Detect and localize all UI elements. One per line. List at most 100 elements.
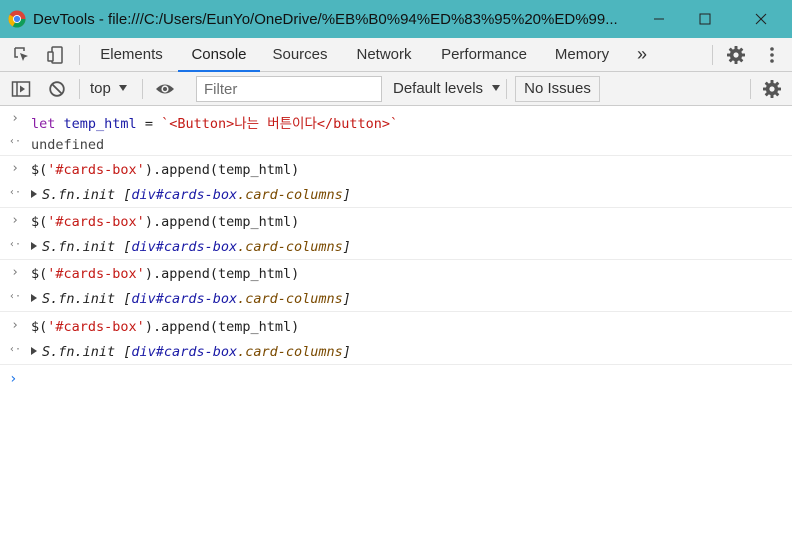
- expand-triangle-icon[interactable]: [31, 190, 37, 198]
- chrome-logo-icon: [8, 10, 26, 28]
- cursor-select-icon: [14, 46, 28, 61]
- issues-button[interactable]: No Issues: [515, 76, 600, 102]
- code-string: '#cards-box': [47, 319, 145, 335]
- element-class: .card-columns: [237, 291, 343, 307]
- console-messages[interactable]: › let temp_html = `<Button>나는 버튼이다</butt…: [0, 107, 792, 536]
- code-text: ).append(temp_html): [144, 319, 300, 335]
- object-type: S.fn.init: [42, 187, 124, 203]
- more-tabs-button[interactable]: »: [628, 38, 656, 71]
- dropdown-arrow-icon: [492, 85, 501, 91]
- filter-input[interactable]: [196, 76, 382, 102]
- dropdown-arrow-icon: [119, 85, 128, 91]
- console-entry: › $('#cards-box').append(temp_html) ‹· S…: [0, 311, 792, 364]
- element-class: .card-columns: [237, 344, 343, 360]
- code-text: $(: [31, 319, 48, 335]
- input-chevron-icon: ›: [11, 318, 19, 333]
- tab-network[interactable]: Network: [347, 38, 421, 71]
- inspect-element-button[interactable]: [8, 38, 36, 71]
- maximize-button[interactable]: [682, 0, 728, 38]
- maximize-icon: [699, 13, 711, 25]
- minimize-button[interactable]: [636, 0, 682, 38]
- code-text: ).append(temp_html): [144, 266, 300, 282]
- element-tag: div#cards-box: [131, 187, 238, 203]
- code-string: '#cards-box': [47, 266, 145, 282]
- expand-triangle-icon[interactable]: [31, 242, 37, 250]
- element-tag: div#cards-box: [131, 344, 238, 360]
- clear-console-button[interactable]: [44, 72, 70, 105]
- console-entry: › $('#cards-box').append(temp_html) ‹· S…: [0, 259, 792, 311]
- tab-memory[interactable]: Memory: [546, 38, 618, 71]
- code-text: ).append(temp_html): [144, 162, 300, 178]
- element-tag: div#cards-box: [131, 291, 238, 307]
- window-title: DevTools - file:///C:/Users/EunYo/OneDri…: [33, 11, 618, 28]
- element-class: .card-columns: [237, 187, 343, 203]
- console-input-line[interactable]: $('#cards-box').append(temp_html): [31, 266, 299, 282]
- output-return-icon: ‹·: [9, 136, 22, 147]
- more-vertical-icon: [770, 46, 774, 63]
- code-text: $(: [31, 266, 48, 282]
- console-input-line[interactable]: let temp_html = `<Button>나는 버튼이다</button…: [31, 112, 398, 132]
- show-sidebar-button[interactable]: [8, 72, 34, 105]
- console-input-line[interactable]: $('#cards-box').append(temp_html): [31, 319, 299, 335]
- console-input-line[interactable]: $('#cards-box').append(temp_html): [31, 214, 299, 230]
- output-return-icon: ‹·: [9, 187, 22, 198]
- input-chevron-icon: ›: [11, 265, 19, 280]
- console-output-object[interactable]: S.fn.init [div#cards-box.card-columns]: [31, 239, 351, 255]
- tab-performance[interactable]: Performance: [434, 38, 534, 71]
- tab-sources[interactable]: Sources: [266, 38, 334, 71]
- tab-console[interactable]: Console: [178, 38, 260, 72]
- code-text: $(: [31, 162, 48, 178]
- console-output-object[interactable]: S.fn.init [div#cards-box.card-columns]: [31, 344, 351, 360]
- toolbar-divider: [506, 79, 507, 99]
- code-variable: temp_html: [63, 116, 137, 132]
- code-string: `<Button>나는 버튼이다</button>`: [161, 116, 399, 132]
- console-settings-button[interactable]: [758, 72, 786, 105]
- expand-triangle-icon[interactable]: [31, 347, 37, 355]
- console-entry: › let temp_html = `<Button>나는 버튼이다</butt…: [0, 107, 792, 155]
- input-chevron-icon: ›: [11, 161, 19, 176]
- code-string: '#cards-box': [47, 162, 145, 178]
- output-return-icon: ‹·: [9, 291, 22, 302]
- device-toolbar-button[interactable]: [42, 38, 68, 71]
- console-entry: › $('#cards-box').append(temp_html) ‹· S…: [0, 207, 792, 259]
- expand-triangle-icon[interactable]: [31, 294, 37, 302]
- code-string: '#cards-box': [47, 214, 145, 230]
- toolbar-divider: [142, 79, 143, 99]
- bracket: ]: [342, 187, 351, 203]
- object-type: S.fn.init: [42, 344, 124, 360]
- toolbar-divider: [712, 45, 713, 65]
- log-levels-label: Default levels: [393, 80, 484, 97]
- context-selector-label: top: [90, 80, 111, 97]
- console-divider: [0, 364, 792, 365]
- bracket: ]: [342, 239, 351, 255]
- console-output-object[interactable]: S.fn.init [div#cards-box.card-columns]: [31, 291, 351, 307]
- tab-elements[interactable]: Elements: [93, 38, 170, 71]
- gear-icon: [727, 45, 745, 64]
- window-titlebar[interactable]: DevTools - file:///C:/Users/EunYo/OneDri…: [0, 0, 792, 38]
- gear-icon: [763, 79, 781, 98]
- code-operator: =: [136, 116, 162, 132]
- live-expression-button[interactable]: [151, 72, 179, 105]
- bracket: ]: [342, 291, 351, 307]
- context-selector[interactable]: top: [90, 72, 128, 105]
- settings-button[interactable]: [722, 38, 750, 71]
- output-return-icon: ‹·: [9, 239, 22, 250]
- toolbar-divider: [750, 79, 751, 99]
- console-input-line[interactable]: $('#cards-box').append(temp_html): [31, 162, 299, 178]
- object-type: S.fn.init: [42, 239, 124, 255]
- close-button[interactable]: [738, 0, 784, 38]
- input-chevron-icon: ›: [11, 111, 19, 126]
- console-output-object[interactable]: S.fn.init [div#cards-box.card-columns]: [31, 187, 351, 203]
- log-levels-dropdown[interactable]: Default levels: [393, 72, 501, 105]
- minimize-icon: [654, 18, 664, 20]
- element-tag: div#cards-box: [131, 239, 238, 255]
- output-return-icon: ‹·: [9, 344, 22, 355]
- device-mobile-icon: [47, 45, 63, 64]
- close-icon: [755, 13, 767, 25]
- console-prompt[interactable]: ›: [9, 371, 17, 387]
- customize-menu-button[interactable]: [760, 38, 784, 71]
- code-text: $(: [31, 214, 48, 230]
- sidebar-toggle-icon: [11, 80, 31, 97]
- console-entry: › $('#cards-box').append(temp_html) ‹· S…: [0, 155, 792, 207]
- object-type: S.fn.init: [42, 291, 124, 307]
